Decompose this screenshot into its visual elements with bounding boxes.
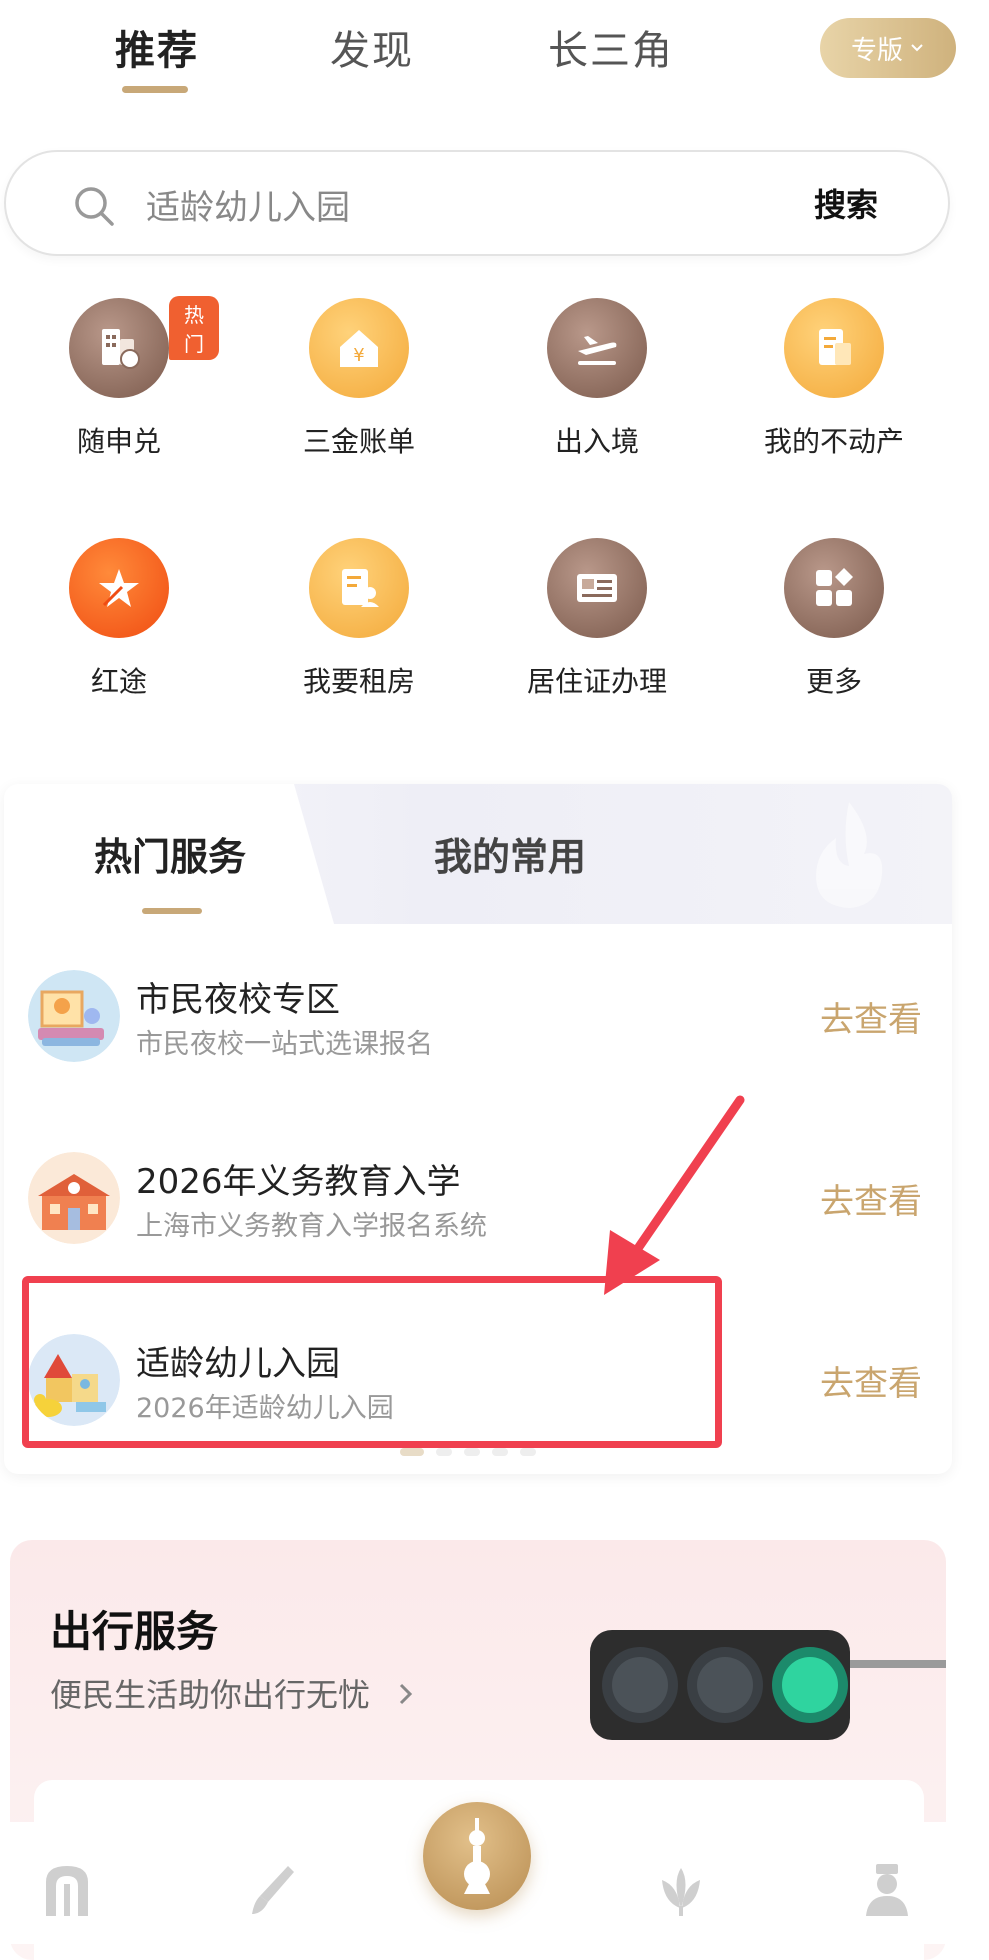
grid-item-label: 随申兑 [76,425,161,458]
search-button[interactable]: 搜索 [814,180,878,226]
search-icon [75,187,114,226]
edition-button[interactable]: 专版 [820,18,956,78]
grid-item-rent-house[interactable]: 我要租房 [259,538,459,700]
view-link[interactable]: 去查看 [820,1174,922,1223]
service-subtitle: 市民夜校一站式选课报名 [136,1029,433,1060]
carousel-dots [400,1448,560,1458]
bottom-navigation [0,1802,989,1944]
tab-discover[interactable]: 发现 [330,18,414,76]
travel-subtitle: 便民生活助你出行无忧 [50,1676,371,1714]
magnolia-icon[interactable] [656,1862,706,1918]
grid-item-label: 我要租房 [302,665,415,698]
property-document-icon [784,298,884,398]
tab-recommend[interactable]: 推荐 [115,18,199,76]
yen-house-icon: ¥ [309,298,409,398]
grid-item-exit-entry[interactable]: 出入境 [497,298,697,460]
carousel-dot [400,1448,424,1456]
edition-button-label: 专版 [850,35,903,66]
view-link[interactable]: 去查看 [820,992,922,1041]
rental-icon [309,538,409,638]
carousel-dot [464,1448,480,1456]
top-tab-bar: 推荐 发现 长三角 专版 [0,0,989,110]
arch-icon[interactable] [42,1862,92,1918]
active-tab-indicator [122,86,188,93]
building-coupon-icon [69,298,169,398]
carousel-dot [492,1448,508,1456]
service-row-compulsory-education[interactable]: 2026年义务教育入学 上海市义务教育入学报名系统 去查看 [4,1128,952,1268]
red-arrow-annotation-icon [604,1095,745,1295]
grid-item-suishendui[interactable]: 热门 随申兑 [19,296,219,460]
night-school-thumb [28,970,120,1062]
travel-subtitle-link[interactable]: 便民生活助你出行无忧 [50,1670,414,1716]
grid-item-label: 出入境 [554,425,639,458]
active-tab-indicator [142,908,202,914]
brush-icon[interactable] [248,1862,298,1918]
service-subtitle: 上海市义务教育入学报名系统 [136,1211,487,1242]
home-center-button[interactable] [423,1802,531,1910]
grid-item-label: 红途 [90,665,147,698]
grid-item-label: 更多 [805,665,862,698]
chevron-right-icon [400,1683,413,1705]
school-building-thumb [28,1152,120,1244]
more-grid-icon [784,538,884,638]
service-tab-bar: 热门服务 我的常用 [4,784,952,924]
grid-item-hongtu[interactable]: 红途 [19,538,219,700]
residence-card-icon [547,538,647,638]
grid-item-sanjin-bill[interactable]: ¥ 三金账单 [259,298,459,460]
service-icon-grid: 热门 随申兑 ¥ 三金账单 出入境 我的不动产 红途 我要租房 居住证办理 更多 [0,280,989,740]
search-bar[interactable]: 适龄幼儿入园 搜索 [4,150,950,256]
grid-item-label: 我的不动产 [763,425,904,458]
traffic-light-icon [590,1630,946,1740]
svg-text:¥: ¥ [353,345,364,366]
tab-hot-services[interactable]: 热门服务 [94,826,246,881]
carousel-dot [520,1448,536,1456]
carousel-dot [436,1448,452,1456]
chevron-down-icon [911,44,923,52]
grid-item-label: 三金账单 [302,425,415,458]
travel-title: 出行服务 [50,1607,219,1656]
highlight-annotation-box [22,1276,722,1448]
person-icon[interactable] [862,1862,912,1918]
airplane-icon [547,298,647,398]
flame-icon [816,802,883,908]
search-input[interactable]: 适龄幼儿入园 [146,180,350,229]
grid-item-more[interactable]: 更多 [734,538,934,700]
grid-item-my-property[interactable]: 我的不动产 [734,298,934,460]
service-title: 市民夜校专区 [136,980,340,1020]
grid-item-label: 居住证办理 [526,665,667,698]
grid-item-residence-permit[interactable]: 居住证办理 [497,538,697,700]
hot-badge: 热门 [169,296,219,360]
view-link[interactable]: 去查看 [820,1356,922,1405]
tab-my-frequent[interactable]: 我的常用 [434,826,586,881]
service-title: 2026年义务教育入学 [136,1162,461,1202]
red-star-icon [69,538,169,638]
service-row-night-school[interactable]: 市民夜校专区 市民夜校一站式选课报名 去查看 [4,946,952,1086]
oriental-pearl-tower-icon [464,1818,490,1894]
tab-yangtze-delta[interactable]: 长三角 [548,18,674,76]
